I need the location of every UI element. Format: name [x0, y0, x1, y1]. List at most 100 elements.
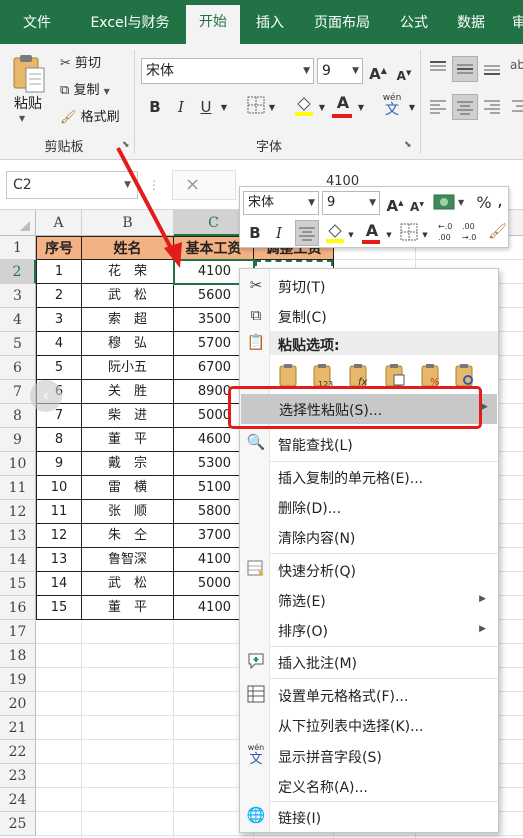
menu-clear[interactable]: 清除内容(N): [240, 524, 498, 550]
table-cell[interactable]: 12: [36, 524, 82, 548]
row-header[interactable]: 8: [0, 404, 36, 428]
table-cell[interactable]: 董 平: [82, 428, 174, 452]
mini-fill-color-icon[interactable]: [324, 221, 346, 245]
align-center-icon[interactable]: [452, 94, 478, 120]
menu-filter[interactable]: 筛选(E) ▶: [240, 587, 498, 613]
mini-shrink-font-icon[interactable]: A▼: [408, 194, 426, 218]
mini-font-color-icon[interactable]: A: [362, 220, 382, 242]
tab-insert[interactable]: 插入: [248, 12, 292, 44]
tab-home[interactable]: 开始: [186, 5, 240, 44]
paste-format-painter-icon[interactable]: %: [421, 364, 440, 388]
align-right-icon[interactable]: [482, 96, 504, 118]
row-header[interactable]: 16: [0, 596, 36, 620]
table-cell[interactable]: 阮小五: [82, 356, 174, 380]
menu-sort[interactable]: 排序(O) ▶: [240, 617, 498, 643]
row-header[interactable]: 25: [0, 812, 36, 836]
row-header[interactable]: 13: [0, 524, 36, 548]
row-header[interactable]: 17: [0, 620, 36, 644]
italic-button[interactable]: I: [171, 96, 191, 118]
row-header[interactable]: 12: [0, 500, 36, 524]
copy-button[interactable]: ⧉ 复制 ▼: [60, 79, 110, 98]
tab-page-layout[interactable]: 页面布局: [300, 12, 384, 44]
table-cell[interactable]: 2: [36, 284, 82, 308]
shrink-font-icon[interactable]: A▼: [394, 62, 414, 87]
row-header[interactable]: 2: [0, 260, 36, 284]
mini-font-color-dropdown-icon[interactable]: ▼: [384, 224, 394, 246]
tab-review[interactable]: 审: [504, 12, 523, 44]
table-cell[interactable]: 穆 弘: [82, 332, 174, 356]
table-cell[interactable]: 戴 宗: [82, 452, 174, 476]
row-header[interactable]: 1: [0, 236, 36, 260]
paste-icon[interactable]: [279, 364, 297, 387]
row-header[interactable]: 24: [0, 788, 36, 812]
table-header-cell[interactable]: 序号: [36, 236, 82, 260]
mini-percent-button[interactable]: %: [476, 192, 492, 214]
mini-border-icon[interactable]: [400, 223, 420, 243]
font-launcher-icon[interactable]: ⬊: [404, 140, 412, 150]
select-all-corner[interactable]: [0, 210, 36, 236]
table-cell[interactable]: 鲁智深: [82, 548, 174, 572]
border-icon[interactable]: [245, 96, 267, 120]
tab-excel-finance[interactable]: Excel与财务: [80, 12, 180, 44]
table-cell[interactable]: 武 松: [82, 284, 174, 308]
align-top-icon[interactable]: [428, 58, 450, 80]
row-header[interactable]: 6: [0, 356, 36, 380]
tab-file[interactable]: 文件: [12, 12, 62, 44]
table-cell[interactable]: 雷 横: [82, 476, 174, 500]
row-header[interactable]: 15: [0, 572, 36, 596]
table-cell[interactable]: 9: [36, 452, 82, 476]
font-color-dropdown-icon[interactable]: ▼: [355, 97, 367, 119]
paste-formatting-icon[interactable]: [385, 364, 405, 387]
font-size-combo[interactable]: 9 ▼: [317, 58, 363, 84]
row-header[interactable]: 18: [0, 644, 36, 668]
menu-link[interactable]: 🌐 链接(I): [240, 804, 498, 830]
menu-format-cells[interactable]: 设置单元格格式(F)...: [240, 682, 498, 708]
font-color-icon[interactable]: A: [332, 92, 354, 114]
menu-insert-copied[interactable]: 插入复制的单元格(E)...: [240, 464, 498, 490]
phonetic-dropdown-icon[interactable]: ▼: [406, 97, 418, 119]
fill-color-icon[interactable]: [292, 94, 316, 122]
mini-bold-button[interactable]: B: [246, 222, 264, 244]
row-header[interactable]: 23: [0, 764, 36, 788]
menu-quick-analysis[interactable]: 快速分析(Q): [240, 557, 498, 583]
font-name-combo[interactable]: 宋体 ▼: [141, 58, 314, 84]
menu-pick-list[interactable]: 从下拉列表中选择(K)...: [240, 712, 498, 738]
menu-delete[interactable]: 删除(D)...: [240, 494, 498, 520]
paste-icon[interactable]: [10, 52, 46, 94]
table-cell[interactable]: 4: [36, 332, 82, 356]
mini-comma-button[interactable]: ,: [494, 190, 506, 212]
table-cell[interactable]: 柴 进: [82, 404, 174, 428]
paste-dropdown-icon[interactable]: ▼: [19, 114, 25, 123]
mini-border-dropdown-icon[interactable]: ▼: [420, 224, 430, 246]
table-cell[interactable]: 10: [36, 476, 82, 500]
underline-button[interactable]: U: [196, 96, 216, 118]
bold-button[interactable]: B: [145, 96, 165, 118]
row-header[interactable]: 4: [0, 308, 36, 332]
table-cell[interactable]: 张 顺: [82, 500, 174, 524]
row-header[interactable]: 11: [0, 476, 36, 500]
align-bottom-icon[interactable]: [482, 58, 504, 80]
menu-define-name[interactable]: 定义名称(A)...: [240, 773, 498, 799]
table-cell[interactable]: 3: [36, 308, 82, 332]
cut-button[interactable]: ✂ 剪切: [60, 52, 101, 71]
row-header[interactable]: 21: [0, 716, 36, 740]
orientation-icon[interactable]: ab: [510, 58, 523, 80]
grow-font-icon[interactable]: A▲: [368, 60, 388, 85]
menu-smart-lookup[interactable]: 🔍 智能查找(L): [240, 431, 498, 457]
align-middle-icon[interactable]: [452, 56, 478, 82]
row-header[interactable]: 9: [0, 428, 36, 452]
fill-dropdown-icon[interactable]: ▼: [316, 97, 328, 119]
table-cell[interactable]: 14: [36, 572, 82, 596]
menu-insert-comment[interactable]: 插入批注(M): [240, 649, 498, 675]
row-header[interactable]: 19: [0, 668, 36, 692]
row-header[interactable]: 5: [0, 332, 36, 356]
table-cell[interactable]: 董 平: [82, 596, 174, 620]
table-cell[interactable]: 索 超: [82, 308, 174, 332]
format-painter-button[interactable]: 🖌 格式刷: [60, 106, 120, 125]
mini-align-center-icon[interactable]: [295, 220, 319, 246]
phonetic-icon[interactable]: wén 文: [378, 92, 406, 122]
table-cell[interactable]: 武 松: [82, 572, 174, 596]
copy-dropdown-icon[interactable]: ▼: [104, 87, 110, 96]
table-cell[interactable]: 8: [36, 428, 82, 452]
chevron-left-icon[interactable]: ‹: [30, 380, 62, 412]
